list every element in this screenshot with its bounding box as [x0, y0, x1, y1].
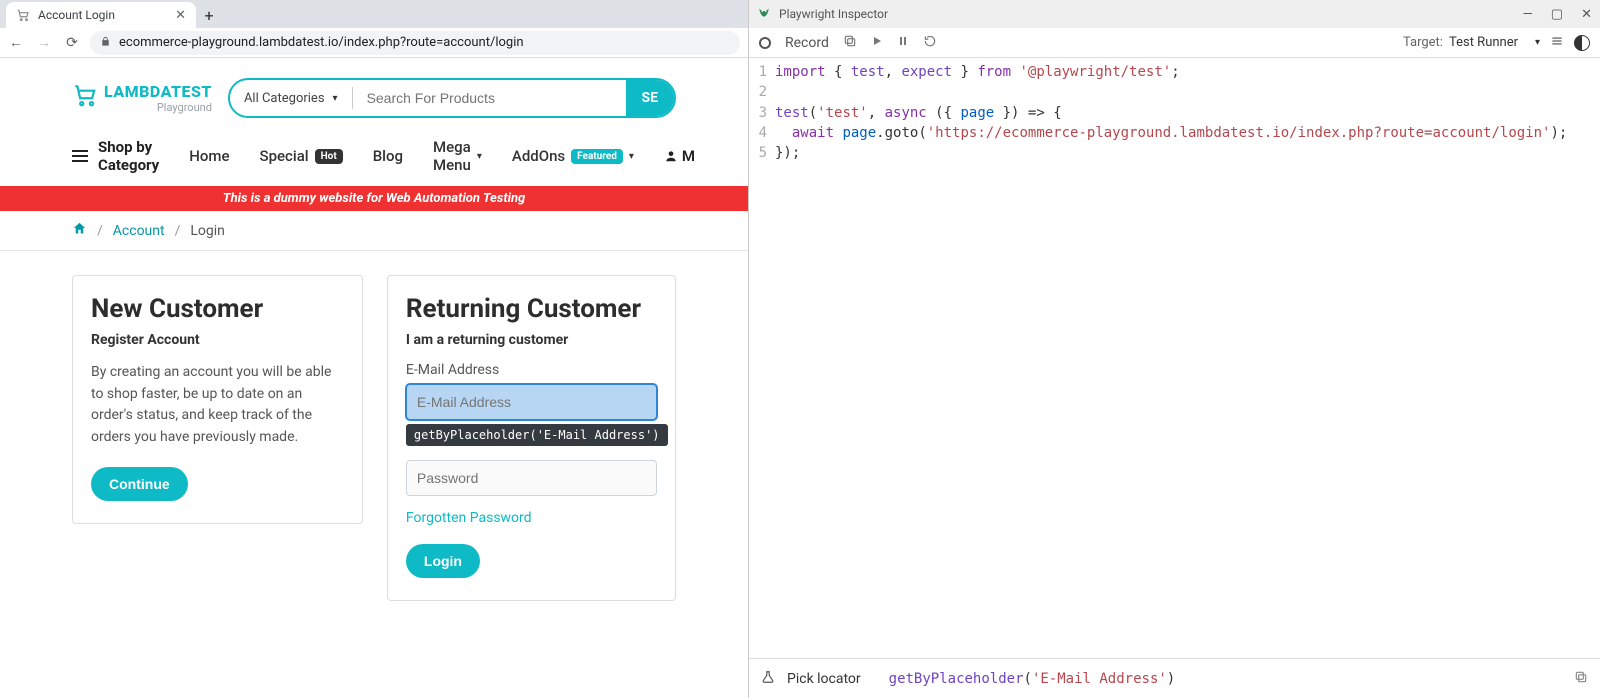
forward-icon[interactable]: → — [36, 34, 52, 51]
new-customer-heading: New Customer — [91, 294, 344, 324]
flask-icon[interactable] — [761, 670, 775, 688]
pick-locator-label[interactable]: Pick locator — [787, 671, 861, 687]
browser-tab[interactable]: Account Login ✕ — [6, 2, 196, 28]
forgot-password-link[interactable]: Forgotten Password — [406, 510, 532, 526]
playwright-icon — [757, 5, 771, 23]
inspector-title-bar: Playwright Inspector — ▢ ✕ — [749, 0, 1600, 28]
hot-badge: Hot — [315, 149, 343, 164]
breadcrumb-account[interactable]: Account — [113, 223, 165, 239]
login-button[interactable]: Login — [406, 544, 480, 578]
user-icon — [664, 149, 678, 163]
theme-toggle-icon[interactable] — [1574, 35, 1590, 51]
login-main: New Customer Register Account By creatin… — [0, 251, 748, 625]
inspector-title: Playwright Inspector — [779, 7, 888, 21]
inspector-toolbar: Record Target: Test Runner ▾ — [749, 28, 1600, 58]
chevron-down-icon: ▾ — [1535, 37, 1540, 48]
site-header: LAMBDATEST Playground All Categories ▾ S… — [0, 58, 748, 126]
returning-customer-card: Returning Customer I am a returning cust… — [387, 275, 676, 601]
pause-icon[interactable] — [897, 35, 909, 51]
continue-button[interactable]: Continue — [91, 467, 188, 501]
address-bar: ← → ⟳ ecommerce-playground.lambdatest.io… — [0, 28, 748, 58]
nav-addons-label: AddOns — [512, 147, 565, 165]
chevron-down-icon: ▾ — [629, 151, 634, 162]
breadcrumb-sep: / — [97, 223, 103, 239]
new-customer-card: New Customer Register Account By creatin… — [72, 275, 363, 524]
categories-label: All Categories — [244, 91, 325, 106]
home-icon[interactable] — [72, 221, 87, 240]
email-label: E-Mail Address — [406, 362, 657, 378]
close-icon[interactable]: ✕ — [175, 8, 186, 23]
locator-expression[interactable]: getByPlaceholder('E-Mail Address') — [889, 671, 1176, 687]
email-field[interactable] — [406, 384, 657, 420]
logo-subtext: Playground — [157, 102, 212, 113]
breadcrumb-login: Login — [190, 223, 225, 239]
new-customer-sub: Register Account — [91, 332, 344, 348]
lock-icon — [100, 36, 111, 50]
shop-by-category-label: Shop by Category — [98, 138, 159, 174]
featured-badge: Featured — [571, 149, 623, 164]
record-icon[interactable] — [759, 37, 771, 49]
nav-home[interactable]: Home — [189, 147, 229, 165]
new-customer-copy: By creating an account you will be able … — [91, 362, 344, 449]
list-icon[interactable] — [1550, 34, 1564, 52]
minimize-icon[interactable]: — — [1523, 7, 1533, 22]
search-bar: All Categories ▾ SE — [228, 78, 676, 118]
shop-by-category[interactable]: Shop by Category — [72, 138, 159, 174]
tab-strip: Account Login ✕ + — [0, 0, 748, 28]
maximize-icon[interactable]: ▢ — [1551, 7, 1563, 22]
locator-bar: Pick locator getByPlaceholder('E-Mail Ad… — [749, 658, 1600, 698]
nav-addons[interactable]: AddOns Featured ▾ — [512, 147, 634, 165]
code-editor[interactable]: 1import { test, expect } from '@playwrig… — [749, 58, 1600, 658]
target-label: Target: — [1403, 35, 1443, 50]
copy-icon[interactable] — [843, 34, 857, 52]
close-icon[interactable]: ✕ — [1581, 7, 1592, 22]
browser-window: Account Login ✕ + ← → ⟳ ecommerce-playgr… — [0, 0, 748, 698]
search-button-label: SE — [642, 90, 659, 106]
nav-mega-menu[interactable]: Mega Menu ▾ — [433, 138, 482, 174]
url-text: ecommerce-playground.lambdatest.io/index… — [119, 35, 524, 50]
record-label[interactable]: Record — [785, 35, 829, 51]
nav-account[interactable]: M — [664, 147, 695, 165]
nav-blog[interactable]: Blog — [373, 147, 403, 165]
playwright-inspector: Playwright Inspector — ▢ ✕ Record Target… — [748, 0, 1600, 698]
play-icon[interactable] — [871, 35, 883, 51]
password-field[interactable] — [406, 460, 657, 496]
tab-title: Account Login — [38, 8, 115, 22]
search-input[interactable] — [353, 90, 626, 106]
site-logo[interactable]: LAMBDATEST Playground — [72, 82, 212, 114]
dummy-banner: This is a dummy website for Web Automati… — [0, 186, 748, 211]
nav-special-label: Special — [260, 147, 309, 165]
breadcrumb-sep: / — [175, 223, 181, 239]
nav-special[interactable]: Special Hot — [260, 147, 343, 165]
breadcrumb: / Account / Login — [0, 211, 748, 251]
nav-account-cut: M — [682, 147, 695, 165]
returning-heading: Returning Customer — [406, 294, 657, 324]
new-tab-button[interactable]: + — [196, 2, 222, 28]
returning-sub: I am a returning customer — [406, 332, 657, 348]
logo-cart-icon — [72, 82, 98, 114]
copy-locator-icon[interactable] — [1574, 670, 1588, 688]
chevron-down-icon: ▾ — [477, 151, 482, 162]
omnibox[interactable]: ecommerce-playground.lambdatest.io/index… — [90, 31, 740, 55]
search-button[interactable]: SE — [626, 80, 675, 116]
target-value: Test Runner — [1449, 35, 1529, 50]
step-icon[interactable] — [923, 34, 937, 52]
back-icon[interactable]: ← — [8, 34, 24, 51]
cart-icon — [16, 8, 30, 22]
target-selector[interactable]: Target: Test Runner ▾ — [1403, 35, 1540, 50]
hamburger-icon — [72, 150, 88, 162]
locator-tooltip: getByPlaceholder('E-Mail Address') — [406, 424, 668, 446]
main-nav: Shop by Category Home Special Hot Blog M… — [0, 126, 748, 186]
chevron-down-icon: ▾ — [333, 93, 338, 104]
logo-text: LAMBDATEST — [104, 84, 212, 100]
nav-mega-label: Mega Menu — [433, 138, 471, 174]
categories-dropdown[interactable]: All Categories ▾ — [230, 91, 352, 106]
reload-icon[interactable]: ⟳ — [64, 35, 80, 51]
